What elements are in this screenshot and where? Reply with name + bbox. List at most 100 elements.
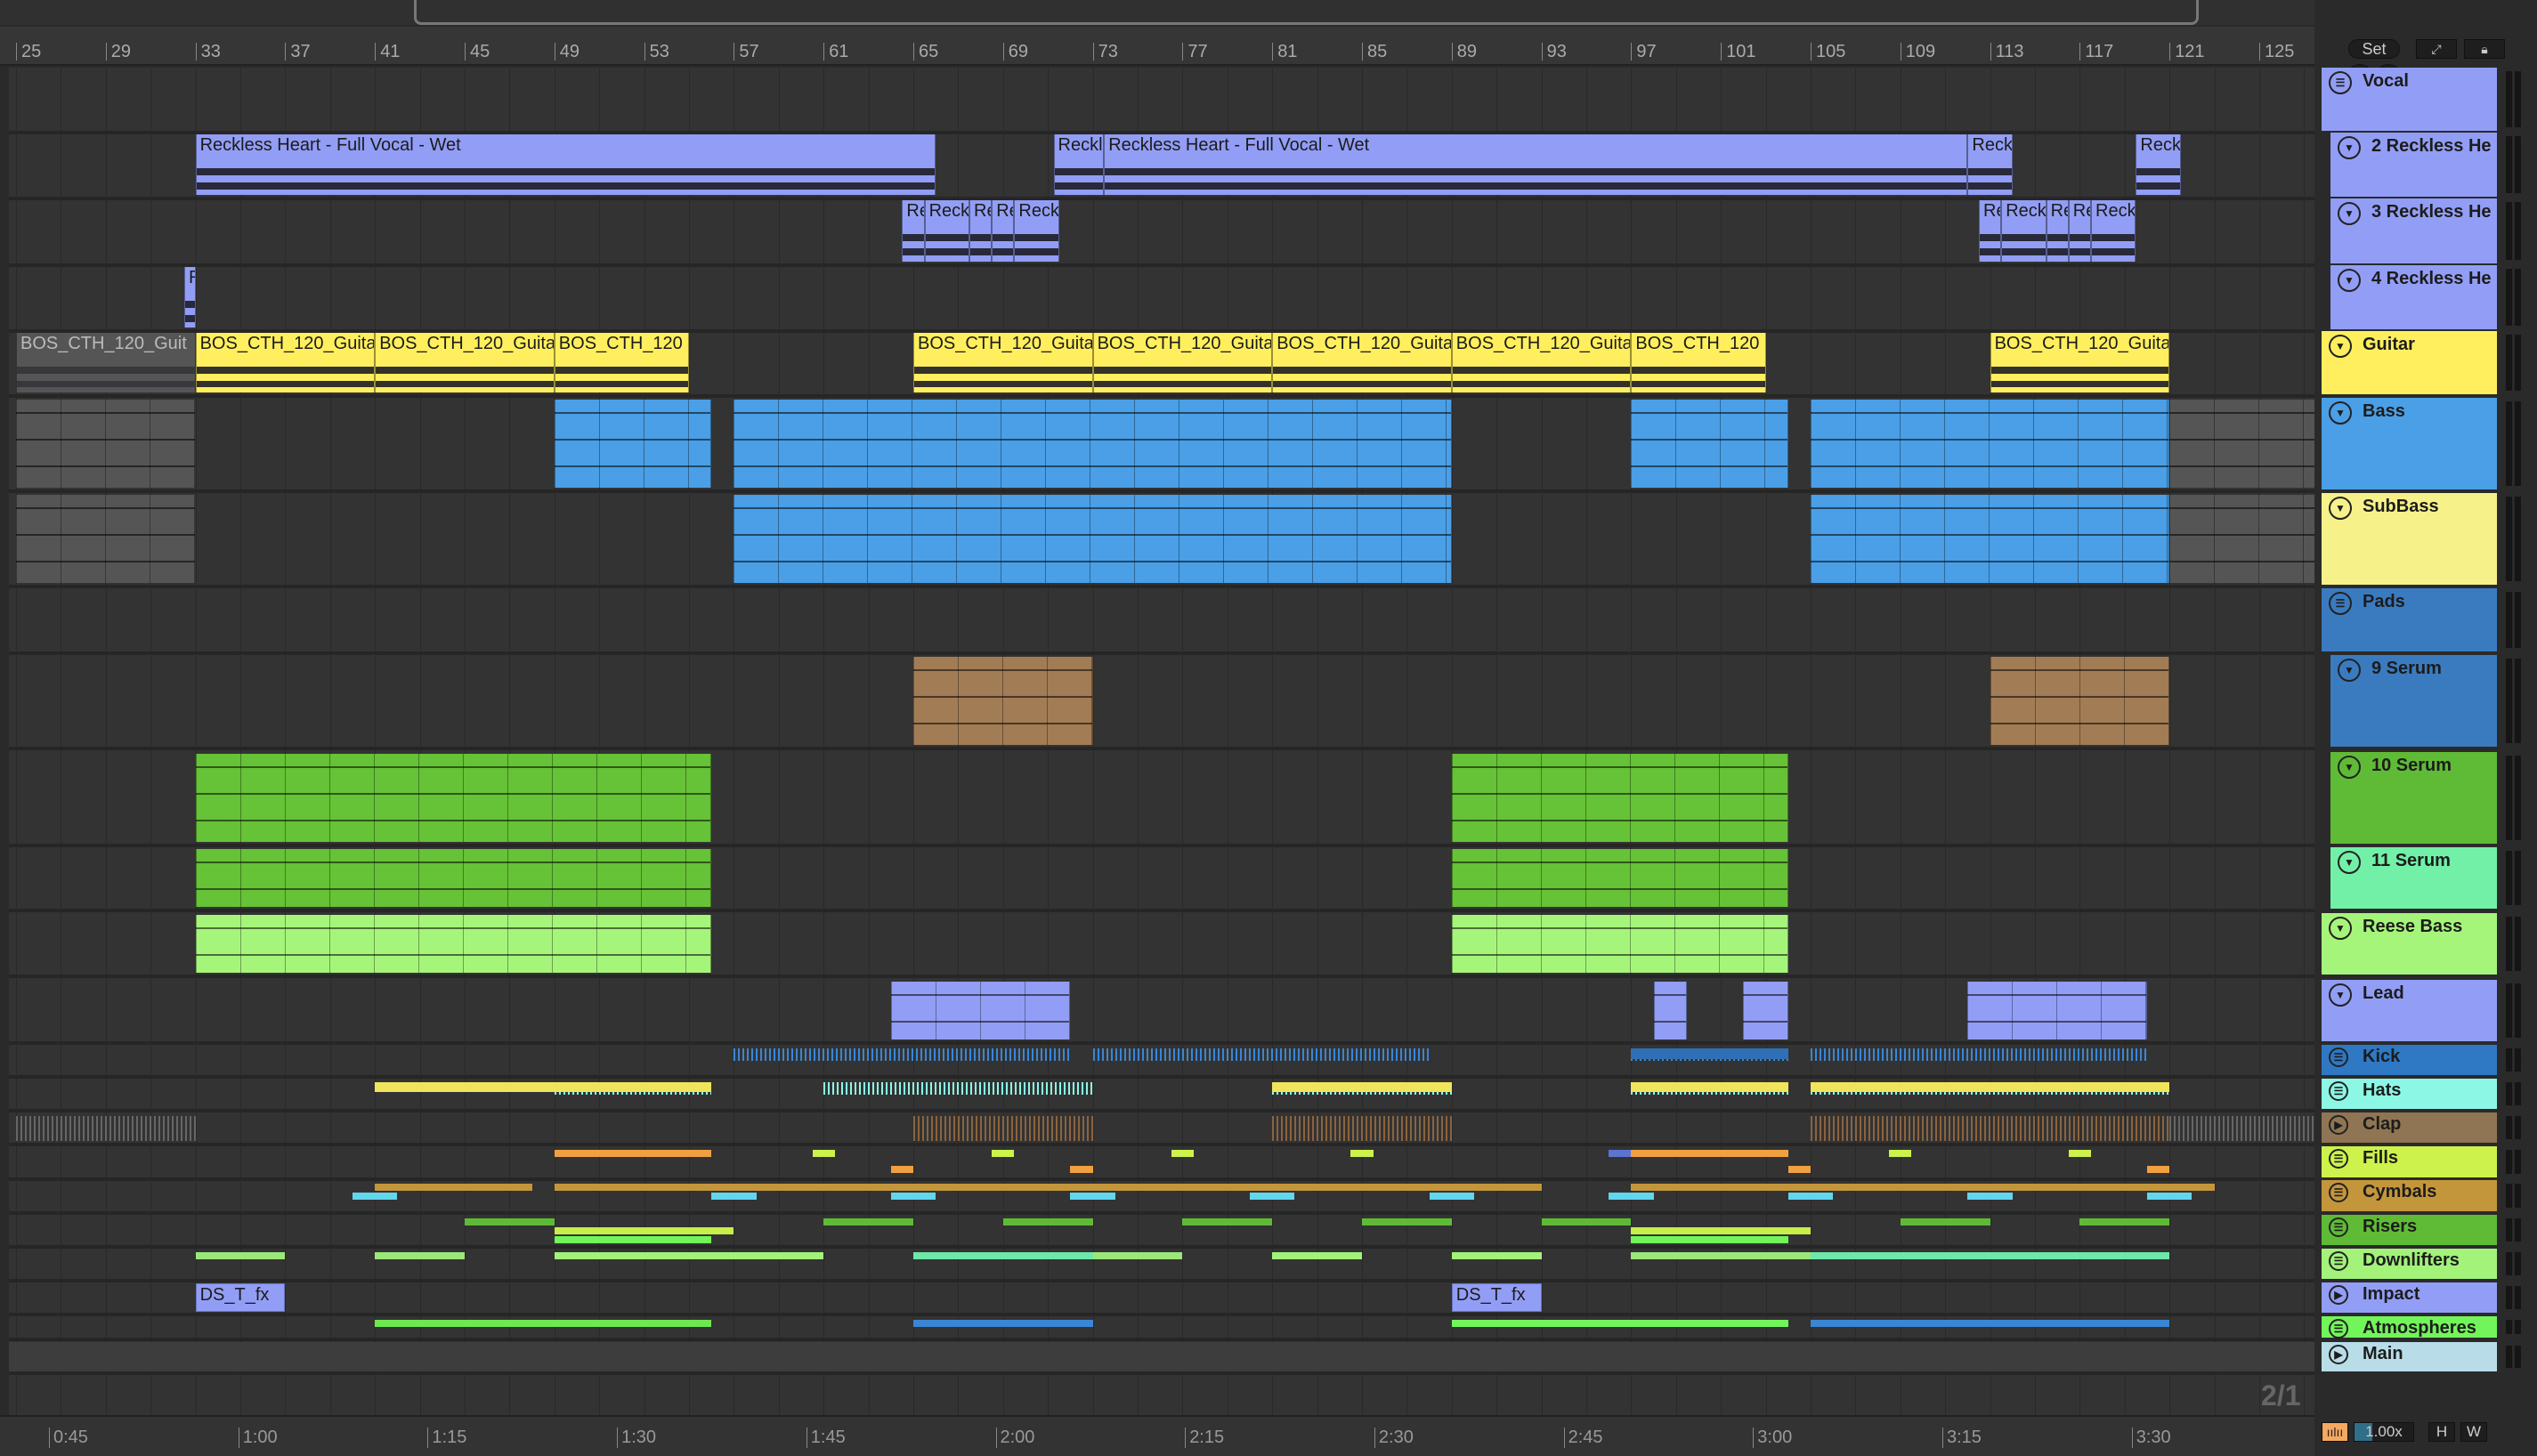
clip[interactable]: Re: [992, 200, 1015, 262]
play-icon[interactable]: ▶: [2329, 1115, 2348, 1135]
clip[interactable]: [1631, 1184, 2215, 1191]
clip[interactable]: Reckl: [2136, 134, 2181, 195]
track-lane[interactable]: [9, 655, 2314, 750]
group-fold-icon[interactable]: ☰: [2329, 1319, 2348, 1339]
clip[interactable]: [1070, 1193, 1115, 1200]
track-lane[interactable]: [9, 1316, 2314, 1341]
clip[interactable]: [1631, 1082, 1788, 1092]
track-lane[interactable]: [9, 1079, 2314, 1112]
clip[interactable]: [1811, 1116, 2170, 1141]
clip[interactable]: [16, 1116, 196, 1141]
fold-arrow-icon[interactable]: ▼: [2329, 983, 2352, 1007]
clip[interactable]: [1787, 1166, 1811, 1173]
track-header-11-serum[interactable]: ▼ 11 Serum: [2330, 847, 2497, 909]
track-lane[interactable]: [9, 1146, 2314, 1181]
track-header-bass[interactable]: ▼ Bass: [2322, 398, 2497, 489]
clip[interactable]: [195, 849, 712, 907]
track-lane[interactable]: [9, 1112, 2314, 1146]
clip[interactable]: [2079, 1218, 2170, 1225]
clip[interactable]: [1900, 1218, 1990, 1225]
clip[interactable]: [1002, 1218, 1093, 1225]
clip[interactable]: [1811, 1082, 2170, 1092]
clip[interactable]: [554, 1150, 712, 1157]
clip[interactable]: [1967, 982, 2147, 1039]
track-lane[interactable]: [9, 1342, 2314, 1375]
clip[interactable]: BOS_CTH_120: [1631, 333, 1766, 392]
track-lane[interactable]: [9, 1249, 2314, 1282]
clip[interactable]: BOS_CTH_120_Guita: [1990, 333, 2170, 392]
clip[interactable]: [1092, 1048, 1430, 1061]
clip[interactable]: DS_T_fx: [195, 1283, 286, 1312]
track-header-subbass[interactable]: ▼ SubBass: [2322, 493, 2497, 585]
group-fold-icon[interactable]: ☰: [2329, 1217, 2348, 1237]
waveform-toggle-icon[interactable]: ıılıı: [2322, 1422, 2348, 1442]
lock-icon[interactable]: 🔒︎: [2464, 39, 2505, 59]
track-header-downlifters[interactable]: ☰ Downlifters: [2322, 1249, 2497, 1279]
fold-arrow-icon[interactable]: ▼: [2329, 917, 2352, 940]
clip[interactable]: [890, 1166, 913, 1173]
track-header-10-serum[interactable]: ▼ 10 Serum: [2330, 752, 2497, 844]
clip[interactable]: [375, 1252, 465, 1259]
set-button[interactable]: Set: [2348, 39, 2400, 59]
zoom-level[interactable]: 1.00x: [2354, 1422, 2414, 1442]
clip[interactable]: [1631, 1048, 1788, 1059]
clip[interactable]: [1811, 495, 2170, 583]
clip[interactable]: [1451, 1320, 1788, 1327]
clip[interactable]: [554, 1252, 824, 1259]
clip[interactable]: Reckless Heart - Full Vocal - Wet: [195, 134, 936, 195]
clip[interactable]: [1362, 1218, 1452, 1225]
track-header-lead[interactable]: ▼ Lead: [2322, 980, 2497, 1041]
track-lane[interactable]: [9, 1045, 2314, 1079]
clip[interactable]: [1451, 754, 1788, 842]
clip[interactable]: [1631, 1227, 1811, 1234]
clip[interactable]: [375, 1320, 712, 1327]
clip[interactable]: BOS_CTH_120_Guita: [195, 333, 376, 392]
group-fold-icon[interactable]: ☰: [2329, 1251, 2348, 1271]
play-icon[interactable]: ▶: [2329, 1285, 2348, 1305]
clip[interactable]: [1350, 1150, 1374, 1157]
clip[interactable]: [195, 1252, 286, 1259]
overview-navigator[interactable]: [0, 0, 2314, 25]
fold-arrow-icon[interactable]: ▼: [2338, 659, 2361, 682]
follow-icon[interactable]: ⤢: [2416, 39, 2457, 59]
clip[interactable]: [195, 915, 712, 973]
clip[interactable]: [195, 754, 712, 842]
clip[interactable]: [734, 400, 1452, 488]
clip[interactable]: [1967, 1193, 2013, 1200]
clip[interactable]: [1272, 1116, 1452, 1141]
track-header-2-reckless-he[interactable]: ▼ 2 Reckless He: [2330, 133, 2497, 197]
clip[interactable]: [1787, 1193, 1834, 1200]
clip[interactable]: [1631, 400, 1788, 488]
fold-arrow-icon[interactable]: ▼: [2329, 401, 2352, 425]
clip[interactable]: Reck: [924, 200, 969, 262]
clip[interactable]: [1811, 400, 2170, 488]
clip[interactable]: [1653, 982, 1688, 1039]
track-header-risers[interactable]: ☰ Risers: [2322, 1215, 2497, 1245]
track-lane[interactable]: [9, 913, 2314, 978]
track-header-main[interactable]: ▶ Main: [2322, 1342, 2497, 1371]
clip[interactable]: [1451, 849, 1788, 907]
track-lane[interactable]: [9, 980, 2314, 1045]
fold-arrow-icon[interactable]: ▼: [2338, 756, 2361, 779]
play-icon[interactable]: ▶: [2329, 1345, 2348, 1364]
clip[interactable]: [823, 1082, 1093, 1095]
track-header-4-reckless-he[interactable]: ▼ 4 Reckless He: [2330, 265, 2497, 329]
fold-arrow-icon[interactable]: ▼: [2338, 269, 2361, 292]
clip[interactable]: [823, 1218, 913, 1225]
group-fold-icon[interactable]: ☰: [2329, 1149, 2348, 1169]
group-fold-icon[interactable]: ☰: [2329, 592, 2352, 615]
clip[interactable]: [1070, 1166, 1093, 1173]
clip[interactable]: Reck: [2091, 200, 2136, 262]
clip[interactable]: [2169, 1116, 2314, 1141]
clip[interactable]: [465, 1218, 555, 1225]
track-lane[interactable]: Reckless Heart - Full Vocal - Wet Reckl Re…: [9, 133, 2314, 200]
track-lane[interactable]: DS_T_fx DS_T_fx: [9, 1282, 2314, 1316]
fold-arrow-icon[interactable]: ▼: [2329, 335, 2352, 358]
clip[interactable]: Re: [2068, 200, 2091, 262]
time-ruler[interactable]: 0:45 1:00 1:15 1:30 1:45 2:00 2:15 2:30 2:45 3:00…: [0, 1415, 2314, 1456]
clip[interactable]: [1609, 1193, 1654, 1200]
track-lane[interactable]: [9, 752, 2314, 847]
group-fold-icon[interactable]: ☰: [2329, 1183, 2348, 1202]
fold-arrow-icon[interactable]: ▼: [2329, 497, 2352, 520]
clip[interactable]: [1631, 1150, 1788, 1157]
